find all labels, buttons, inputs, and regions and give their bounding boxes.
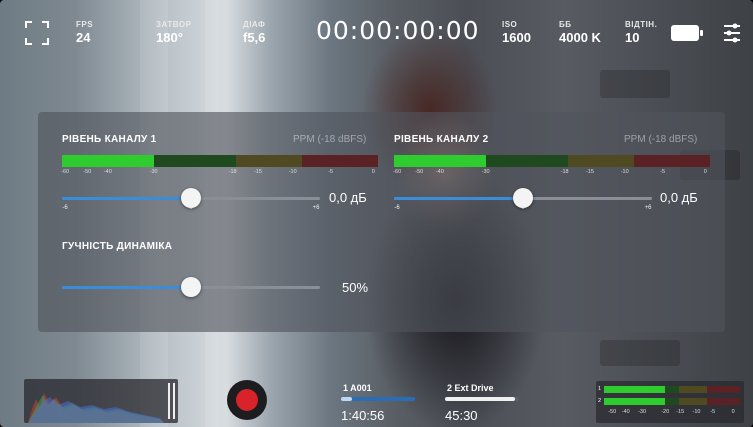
media1-capacity-fill <box>341 397 353 401</box>
meter-scale-label: -60 <box>393 169 402 175</box>
channel1-title: РІВЕНЬ КАНАЛУ 1 <box>62 134 157 145</box>
fps-value: 24 <box>76 30 91 45</box>
meter-scale-label: -60 <box>61 169 70 175</box>
media2-capacity-bar[interactable] <box>445 397 519 401</box>
speaker-volume-title: ГУЧНІСТЬ ДИНАМІКА <box>62 241 173 252</box>
channel2-title: РІВЕНЬ КАНАЛУ 2 <box>394 134 489 145</box>
meter-scale-label: -10 <box>692 409 701 415</box>
meter-scale-label: -30 <box>481 169 490 175</box>
tint-control[interactable]: ВІДТІН. 10 <box>625 20 657 45</box>
aperture-value: f5,6 <box>243 30 266 45</box>
tint-value: 10 <box>625 30 640 45</box>
speaker-volume-fill <box>62 286 191 289</box>
iso-control[interactable]: ISO 1600 <box>502 20 531 45</box>
media2-name: 2 Ext Drive <box>447 383 494 393</box>
channel1-gain-min: -6 <box>62 205 68 211</box>
meter-scale-label: -50 <box>83 169 92 175</box>
stone-texture <box>600 70 670 98</box>
meter-scale-label: 0 <box>703 169 707 175</box>
meter-scale-label: -30 <box>638 409 647 415</box>
meter-scale-label: -18 <box>228 169 237 175</box>
meter-scale-label: -40 <box>621 409 630 415</box>
media2-remaining-time: 45:30 <box>445 408 478 423</box>
meter-scale-label: -10 <box>288 169 297 175</box>
channel1-meter-scale: -60 -50 -40 -30 -18 -15 -10 -5 0 <box>61 169 378 177</box>
speaker-volume-value: 50% <box>342 280 369 295</box>
channel1-level-meter <box>62 155 378 167</box>
audio-settings-panel: РІВЕНЬ КАНАЛУ 1 PPM (-18 dBFS) -60 -50 -40… <box>38 112 725 332</box>
iso-label: ISO <box>502 20 518 29</box>
channel1-meter-type: PPM (-18 dBFS) <box>293 134 367 145</box>
shutter-label: ЗАТВОР <box>156 20 192 29</box>
iso-value: 1600 <box>502 30 531 45</box>
fps-control[interactable]: FPS 24 <box>76 20 93 45</box>
media2-capacity-fill <box>445 397 516 401</box>
channel1-gain-mid: 0 <box>189 205 193 211</box>
channel1-gain-value: 0,0 дБ <box>329 190 367 205</box>
meter-scale-label: -5 <box>328 169 334 175</box>
wb-value: 4000 K <box>559 30 601 45</box>
meter-scale-label: -40 <box>103 169 112 175</box>
meter-scale-label: -10 <box>620 169 629 175</box>
channel2-gain-fill <box>394 197 523 200</box>
meter-scale-label: 0 <box>371 169 375 175</box>
aperture-label: ДІАФ <box>243 20 266 29</box>
shutter-value: 180° <box>156 30 183 45</box>
channel2-level-meter <box>394 155 710 167</box>
record-button[interactable] <box>227 380 267 420</box>
meter-scale-label: -5 <box>710 409 716 415</box>
battery-icon <box>670 24 704 47</box>
meter-scale-label: -50 <box>608 409 617 415</box>
shutter-control[interactable]: ЗАТВОР 180° <box>156 20 191 45</box>
channel2-meter-scale: -60 -50 -40 -30 -18 -15 -10 -5 0 <box>393 169 710 177</box>
camera-monitor-screen: FPS 24 ЗАТВОР 180° ДІАФ f5,6 00:00:00:00… <box>0 0 753 427</box>
timecode[interactable]: 00:00:00:00 <box>316 16 480 45</box>
speaker-volume-knob[interactable] <box>181 277 201 297</box>
channel1-gain-max: +6 <box>312 205 320 211</box>
channel2-gain-value: 0,0 дБ <box>660 190 698 205</box>
record-dot-icon <box>236 389 258 411</box>
channel1-gain-fill <box>62 197 191 200</box>
histogram[interactable] <box>24 379 178 423</box>
meter-scale-label: -40 <box>435 169 444 175</box>
meter-scale-label: -15 <box>253 169 262 175</box>
meter-scale-label: -15 <box>585 169 594 175</box>
tint-label: ВІДТІН. <box>625 20 658 29</box>
meter-scale-label: -15 <box>676 409 685 415</box>
mini-meter-channel1 <box>604 386 740 393</box>
meter-scale-label: -50 <box>415 169 424 175</box>
channel2-gain-min: -6 <box>394 205 400 211</box>
meter-scale-label: 0 <box>731 409 735 415</box>
meter-scale-label: -5 <box>660 169 666 175</box>
media1-remaining-time: 1:40:56 <box>341 408 385 423</box>
focus-frame-icon[interactable] <box>24 20 50 46</box>
mini-meter-scale: -50 -40 -30 -20 -15 -10 -5 0 <box>604 409 740 417</box>
settings-sliders-icon[interactable] <box>722 22 742 49</box>
channel2-gain-max: +6 <box>644 205 652 211</box>
aperture-control[interactable]: ДІАФ f5,6 <box>243 20 265 45</box>
white-balance-control[interactable]: ББ 4000 K <box>559 20 601 45</box>
media1-capacity-bar[interactable] <box>341 397 415 401</box>
stone-texture <box>600 340 680 366</box>
media1-name: 1 A001 <box>343 383 372 393</box>
meter-scale-label: -18 <box>560 169 569 175</box>
mini-meter-channel2-label: 2 <box>598 398 602 404</box>
meter-scale-label: -30 <box>149 169 158 175</box>
channel2-gain-mid: 0 <box>521 205 525 211</box>
wb-label: ББ <box>559 20 572 29</box>
mini-meter-channel2 <box>604 398 740 405</box>
mini-meter-channel1-label: 1 <box>598 386 602 392</box>
mini-audio-meter[interactable]: 1 2 -50 -40 -30 -20 -15 -10 -5 0 <box>596 381 744 423</box>
meter-scale-label: -20 <box>661 409 670 415</box>
fps-label: FPS <box>76 20 94 29</box>
channel2-meter-type: PPM (-18 dBFS) <box>624 134 698 145</box>
